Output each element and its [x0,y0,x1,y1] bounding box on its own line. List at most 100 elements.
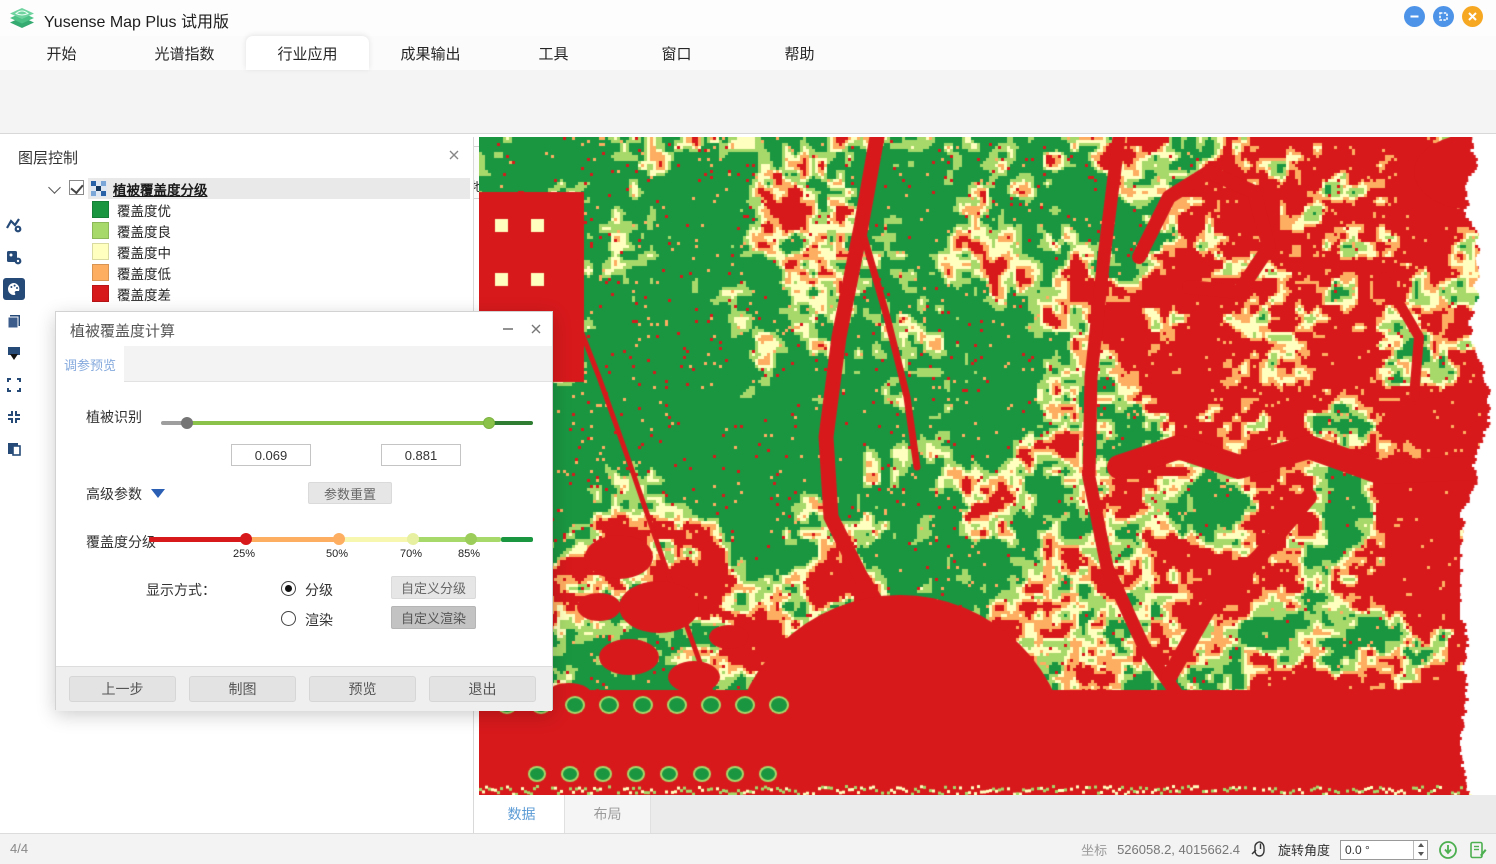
coverage-slider-label: 覆盖度分级 [86,532,156,552]
coordinate-value: 526058.2, 4015662.4 [1117,842,1240,857]
radio-grading[interactable] [281,581,296,596]
duplicate-view-icon[interactable] [3,438,25,460]
vector-settings-icon[interactable] [3,214,25,236]
display-mode-label: 显示方式： [146,580,216,600]
tab-tools[interactable]: 工具 [492,36,615,70]
coverage-track-excellent[interactable] [501,537,533,542]
export-map-icon[interactable] [3,342,25,364]
veg-slider-min-handle[interactable] [181,417,193,429]
legend-label: 覆盖度低 [117,263,171,283]
coverage-track-good[interactable] [413,537,501,542]
coverage-track-medium[interactable] [339,537,413,542]
tab-output[interactable]: 成果输出 [369,36,492,70]
full-extent-icon[interactable] [3,374,25,396]
spin-up-icon[interactable] [1414,841,1427,850]
mouse-coordinates-icon[interactable] [1250,841,1268,859]
legend-swatch-poor [92,285,109,302]
tab-layout[interactable]: 布局 [565,795,651,833]
spinner-buttons[interactable] [1413,841,1427,859]
map-view[interactable] [479,137,1496,795]
layers-icon[interactable] [3,310,25,332]
vegetation-coverage-dialog: 植被覆盖度计算 调参预览 植被识别 高级参数 参数重置 覆盖度分级 [55,311,553,710]
tab-industry-apps[interactable]: 行业应用 [246,36,369,70]
radio-render-label: 渲染 [305,610,333,630]
reset-params-button[interactable]: 参数重置 [308,482,392,504]
break-label-50: 50% [326,548,348,560]
palette-icon[interactable] [3,278,25,300]
coverage-handle-70[interactable] [407,533,419,545]
rotate-angle-input[interactable] [1341,841,1413,859]
legend-item: 覆盖度优 [92,199,171,220]
break-label-70: 70% [400,548,422,560]
legend-label: 覆盖度良 [117,221,171,241]
tab-data[interactable]: 数据 [479,795,565,833]
layer-panel-close-icon[interactable] [446,147,462,163]
raster-settings-icon[interactable] [3,246,25,268]
close-button[interactable] [1462,6,1483,27]
custom-render-button[interactable]: 自定义渲染 [391,606,476,629]
legend-swatch-low [92,264,109,281]
break-label-85: 85% [458,548,480,560]
veg-min-input[interactable] [231,444,311,466]
rotate-angle-label: 旋转角度 [1278,840,1330,859]
coverage-handle-85[interactable] [465,533,477,545]
legend-label: 覆盖度差 [117,284,171,304]
legend-label: 覆盖度中 [117,242,171,262]
coverage-track-low[interactable] [246,537,339,542]
legend-swatch-excellent [92,201,109,218]
ribbon-toolbar: 行业模块： 精准林业 松材变色立木识别 [0,70,1496,134]
layer-panel-title: 图层控制 [18,147,78,168]
title-bar: Yusense Map Plus 试用版 [0,0,1496,36]
tree-expand-chevron-icon[interactable] [48,181,61,194]
exit-button[interactable]: 退出 [429,676,536,702]
tab-window[interactable]: 窗口 [615,36,738,70]
make-map-button[interactable]: 制图 [189,676,296,702]
minimize-button[interactable] [1404,6,1425,27]
refresh-extent-icon[interactable] [1438,840,1458,860]
preview-button[interactable]: 预览 [309,676,416,702]
tab-start[interactable]: 开始 [0,36,123,70]
advanced-params-label: 高级参数 [86,484,142,504]
tab-help[interactable]: 帮助 [738,36,861,70]
tab-spectral-index[interactable]: 光谱指数 [123,36,246,70]
layer-visibility-checkbox[interactable] [69,180,84,195]
dialog-minimize-icon[interactable] [500,321,516,337]
ribbon-tab-bar: 开始 光谱指数 行业应用 成果输出 工具 窗口 帮助 [0,36,1496,70]
document-tab-strip: 数据 布局 [479,795,1496,833]
page-indicator: 4/4 [10,841,28,856]
collapse-icon[interactable] [3,406,25,428]
veg-slider-label: 植被识别 [86,407,142,427]
legend-item: 覆盖度低 [92,262,171,283]
veg-slider-track-right[interactable] [489,421,533,425]
previous-step-button[interactable]: 上一步 [69,676,176,702]
maximize-button[interactable] [1433,6,1454,27]
radio-render[interactable] [281,611,296,626]
layer-tree-item[interactable]: 植被覆盖度分级 [88,178,470,199]
veg-slider-max-handle[interactable] [483,417,495,429]
legend-label: 覆盖度优 [117,200,171,220]
coverage-handle-50[interactable] [333,533,345,545]
legend-item: 覆盖度差 [92,283,171,304]
veg-slider-track-mid[interactable] [187,421,489,425]
break-label-25: 25% [233,548,255,560]
tab-param-preview[interactable]: 调参预览 [56,346,124,382]
coverage-handle-25[interactable] [240,533,252,545]
legend-swatch-good [92,222,109,239]
custom-grading-button[interactable]: 自定义分级 [391,576,476,599]
veg-max-input[interactable] [381,444,461,466]
rotate-angle-spinner[interactable] [1340,840,1428,860]
legend-item: 覆盖度中 [92,241,171,262]
status-bar: 4/4 坐标 526058.2, 4015662.4 旋转角度 [0,833,1496,864]
app-logo-icon [8,4,36,32]
advanced-expand-triangle-icon[interactable] [151,489,165,498]
legend-item: 覆盖度良 [92,220,171,241]
spin-down-icon[interactable] [1414,850,1427,859]
application-window: Yusense Map Plus 试用版 开始 光谱指数 行业应用 成果输出 工… [0,0,1496,864]
legend-swatch-medium [92,243,109,260]
dialog-close-icon[interactable] [528,321,544,337]
dialog-title: 植被覆盖度计算 [70,320,175,341]
dialog-tab-strip: 调参预览 [56,346,552,382]
coverage-track-poor[interactable] [149,537,246,542]
log-report-icon[interactable] [1468,840,1488,860]
dialog-title-bar[interactable]: 植被覆盖度计算 [56,312,552,346]
